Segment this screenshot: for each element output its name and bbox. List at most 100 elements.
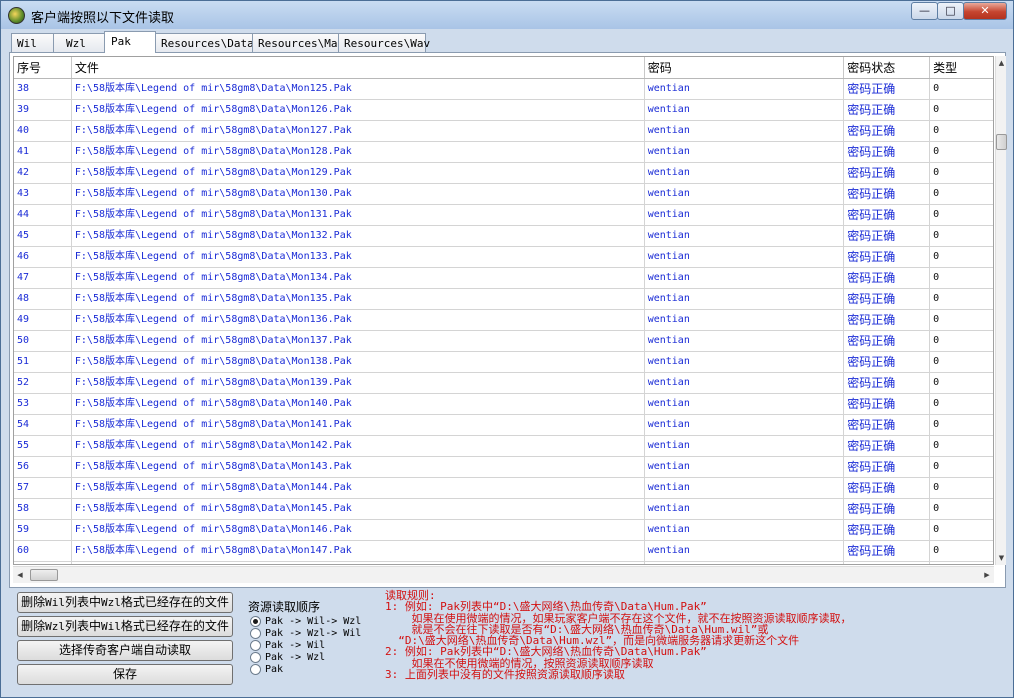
column-header-password[interactable]: 密码 [645,57,845,78]
cell-password: wentian [645,541,845,561]
cell-password: wentian [645,121,845,141]
table-row[interactable]: 47 F:\58版本库\Legend of mir\58gm8\Data\Mon1… [14,268,993,289]
cell-password-status: 密码正确 [844,79,931,99]
table-row[interactable]: 50 F:\58版本库\Legend of mir\58gm8\Data\Mon1… [14,331,993,352]
cell-file: F:\58版本库\Legend of mir\58gm8\Data\Mon140… [72,394,645,414]
save-button[interactable]: 保存 [17,664,233,685]
cell-file: F:\58版本库\Legend of mir\58gm8\Data\Mon136… [72,310,645,330]
cell-type: 0 [933,83,940,94]
table-row[interactable]: 58 F:\58版本库\Legend of mir\58gm8\Data\Mon1… [14,499,993,520]
table-row[interactable]: 61F:\58版本库\Legend of mir\58gm8\Data\Mon1… [14,562,993,564]
radio-icon-selected[interactable] [250,616,261,627]
cell-type: 0 [933,377,940,388]
read-order-title: 资源读取顺序 [248,600,321,614]
cell-type: 0 [933,461,940,472]
cell-password: wentian [645,184,845,204]
file-table[interactable]: 序号 文件 密码 密码状态 类型 38 F:\58版本库\Legend of mi… [13,56,994,565]
tab-resources-map[interactable]: Resources\Map [252,33,344,53]
table-row[interactable]: 60 F:\58版本库\Legend of mir\58gm8\Data\Mon1… [14,541,993,562]
table-row[interactable]: 45 F:\58版本库\Legend of mir\58gm8\Data\Mon1… [14,226,993,247]
cell-password-status: 密码正确 [844,373,931,393]
main-window: 客户端按照以下文件读取 — □ ✕ Wil Wzl Pak Resources\… [0,0,1014,698]
minimize-button[interactable]: — [911,2,938,20]
cell-password: wentian [645,268,845,288]
delete-wil-post: 格式已经存在的文件 [120,595,229,609]
column-header-index[interactable]: 序号 [14,57,72,78]
cell-type: 0 [930,562,993,564]
table-row[interactable]: 53 F:\58版本库\Legend of mir\58gm8\Data\Mon1… [14,394,993,415]
horizontal-scroll-thumb[interactable] [30,569,58,581]
delete-wil-existing-button[interactable]: 删除Wil列表中Wzl格式已经存在的文件 [17,592,233,613]
maximize-button[interactable]: □ [937,2,964,20]
cell-password-status: 密码正确 [844,562,931,564]
cell-file: F:\58版本库\Legend of mir\58gm8\Data\Mon134… [72,268,645,288]
tab-resources-wav[interactable]: Resources\Wav [338,33,430,53]
table-row[interactable]: 49 F:\58版本库\Legend of mir\58gm8\Data\Mon1… [14,310,993,331]
column-header-file[interactable]: 文件 [72,57,645,78]
tab-pak[interactable]: Pak [104,31,156,53]
table-row[interactable]: 46 F:\58版本库\Legend of mir\58gm8\Data\Mon1… [14,247,993,268]
scroll-left-arrow-icon[interactable]: ◀ [13,567,27,583]
cell-type: 0 [933,146,940,157]
vertical-scroll-thumb[interactable] [996,134,1007,150]
table-row[interactable]: 38 F:\58版本库\Legend of mir\58gm8\Data\Mon1… [14,79,993,100]
radio-icon[interactable] [250,640,261,651]
horizontal-scrollbar[interactable]: ◀ ▶ [13,566,994,583]
cell-password: wentian [645,289,845,309]
title-bar[interactable]: 客户端按照以下文件读取 — □ ✕ [1,1,1013,29]
table-body: 38 F:\58版本库\Legend of mir\58gm8\Data\Mon1… [14,79,993,564]
table-row[interactable]: 55 F:\58版本库\Legend of mir\58gm8\Data\Mon1… [14,436,993,457]
cell-password: wentian [645,100,845,120]
cell-file: F:\58版本库\Legend of mir\58gm8\Data\Mon131… [72,205,645,225]
cell-password-status: 密码正确 [844,499,931,519]
column-header-password-status[interactable]: 密码状态 [844,57,931,78]
table-row[interactable]: 40 F:\58版本库\Legend of mir\58gm8\Data\Mon1… [14,121,993,142]
radio-icon[interactable] [250,628,261,639]
table-row[interactable]: 52 F:\58版本库\Legend of mir\58gm8\Data\Mon1… [14,373,993,394]
delete-wzl-mid: 列表中 [64,619,101,633]
cell-file: F:\58版本库\Legend of mir\58gm8\Data\Mon135… [72,289,645,309]
cell-index: 59 [14,520,72,540]
tab-wzl[interactable]: Wzl [53,33,105,53]
cell-type: 0 [933,335,940,346]
table-row[interactable]: 42 F:\58版本库\Legend of mir\58gm8\Data\Mon1… [14,163,993,184]
cell-type: 0 [933,251,940,262]
table-row[interactable]: 59 F:\58版本库\Legend of mir\58gm8\Data\Mon1… [14,520,993,541]
radio-icon[interactable] [250,652,261,663]
cell-index: 56 [14,457,72,477]
cell-index: 51 [14,352,72,372]
delete-wzl-existing-button[interactable]: 删除Wzl列表中Wil格式已经存在的文件 [17,616,233,637]
cell-type: 0 [933,293,940,304]
app-icon [8,7,25,24]
table-row[interactable]: 43 F:\58版本库\Legend of mir\58gm8\Data\Mon1… [14,184,993,205]
auto-read-client-button[interactable]: 选择传奇客户端自动读取 [17,640,233,661]
table-row[interactable]: 41 F:\58版本库\Legend of mir\58gm8\Data\Mon1… [14,142,993,163]
cell-password: wentian [645,352,845,372]
table-row[interactable]: 39 F:\58版本库\Legend of mir\58gm8\Data\Mon1… [14,100,993,121]
tab-wil[interactable]: Wil [11,33,54,53]
scroll-up-arrow-icon[interactable]: ▲ [996,56,1007,70]
table-row[interactable]: 54 F:\58版本库\Legend of mir\58gm8\Data\Mon1… [14,415,993,436]
delete-wzl-pre: 删除 [21,619,46,633]
table-row[interactable]: 57 F:\58版本库\Legend of mir\58gm8\Data\Mon1… [14,478,993,499]
cell-type: 0 [933,482,940,493]
table-row[interactable]: 56 F:\58版本库\Legend of mir\58gm8\Data\Mon1… [14,457,993,478]
cell-index: 57 [14,478,72,498]
scroll-right-arrow-icon[interactable]: ▶ [980,567,994,583]
table-row[interactable]: 44 F:\58版本库\Legend of mir\58gm8\Data\Mon1… [14,205,993,226]
table-row[interactable]: 48 F:\58版本库\Legend of mir\58gm8\Data\Mon1… [14,289,993,310]
cell-password-status: 密码正确 [844,394,931,414]
scroll-down-arrow-icon[interactable]: ▼ [996,551,1007,565]
cell-type: 0 [933,167,940,178]
tab-resources-data[interactable]: Resources\Data [155,33,254,53]
cell-file: F:\58版本库\Legend of mir\58gm8\Data\Mon146… [72,520,645,540]
table-row[interactable]: 51 F:\58版本库\Legend of mir\58gm8\Data\Mon1… [14,352,993,373]
column-header-type[interactable]: 类型 [930,57,993,78]
vertical-scrollbar[interactable]: ▲ ▼ [995,56,1007,565]
cell-type: 0 [933,440,940,451]
cell-index: 43 [14,184,72,204]
read-order-option-5[interactable]: Pak [250,663,283,676]
close-button[interactable]: ✕ [963,2,1007,20]
cell-password: wentian [645,226,845,246]
radio-icon[interactable] [250,664,261,675]
